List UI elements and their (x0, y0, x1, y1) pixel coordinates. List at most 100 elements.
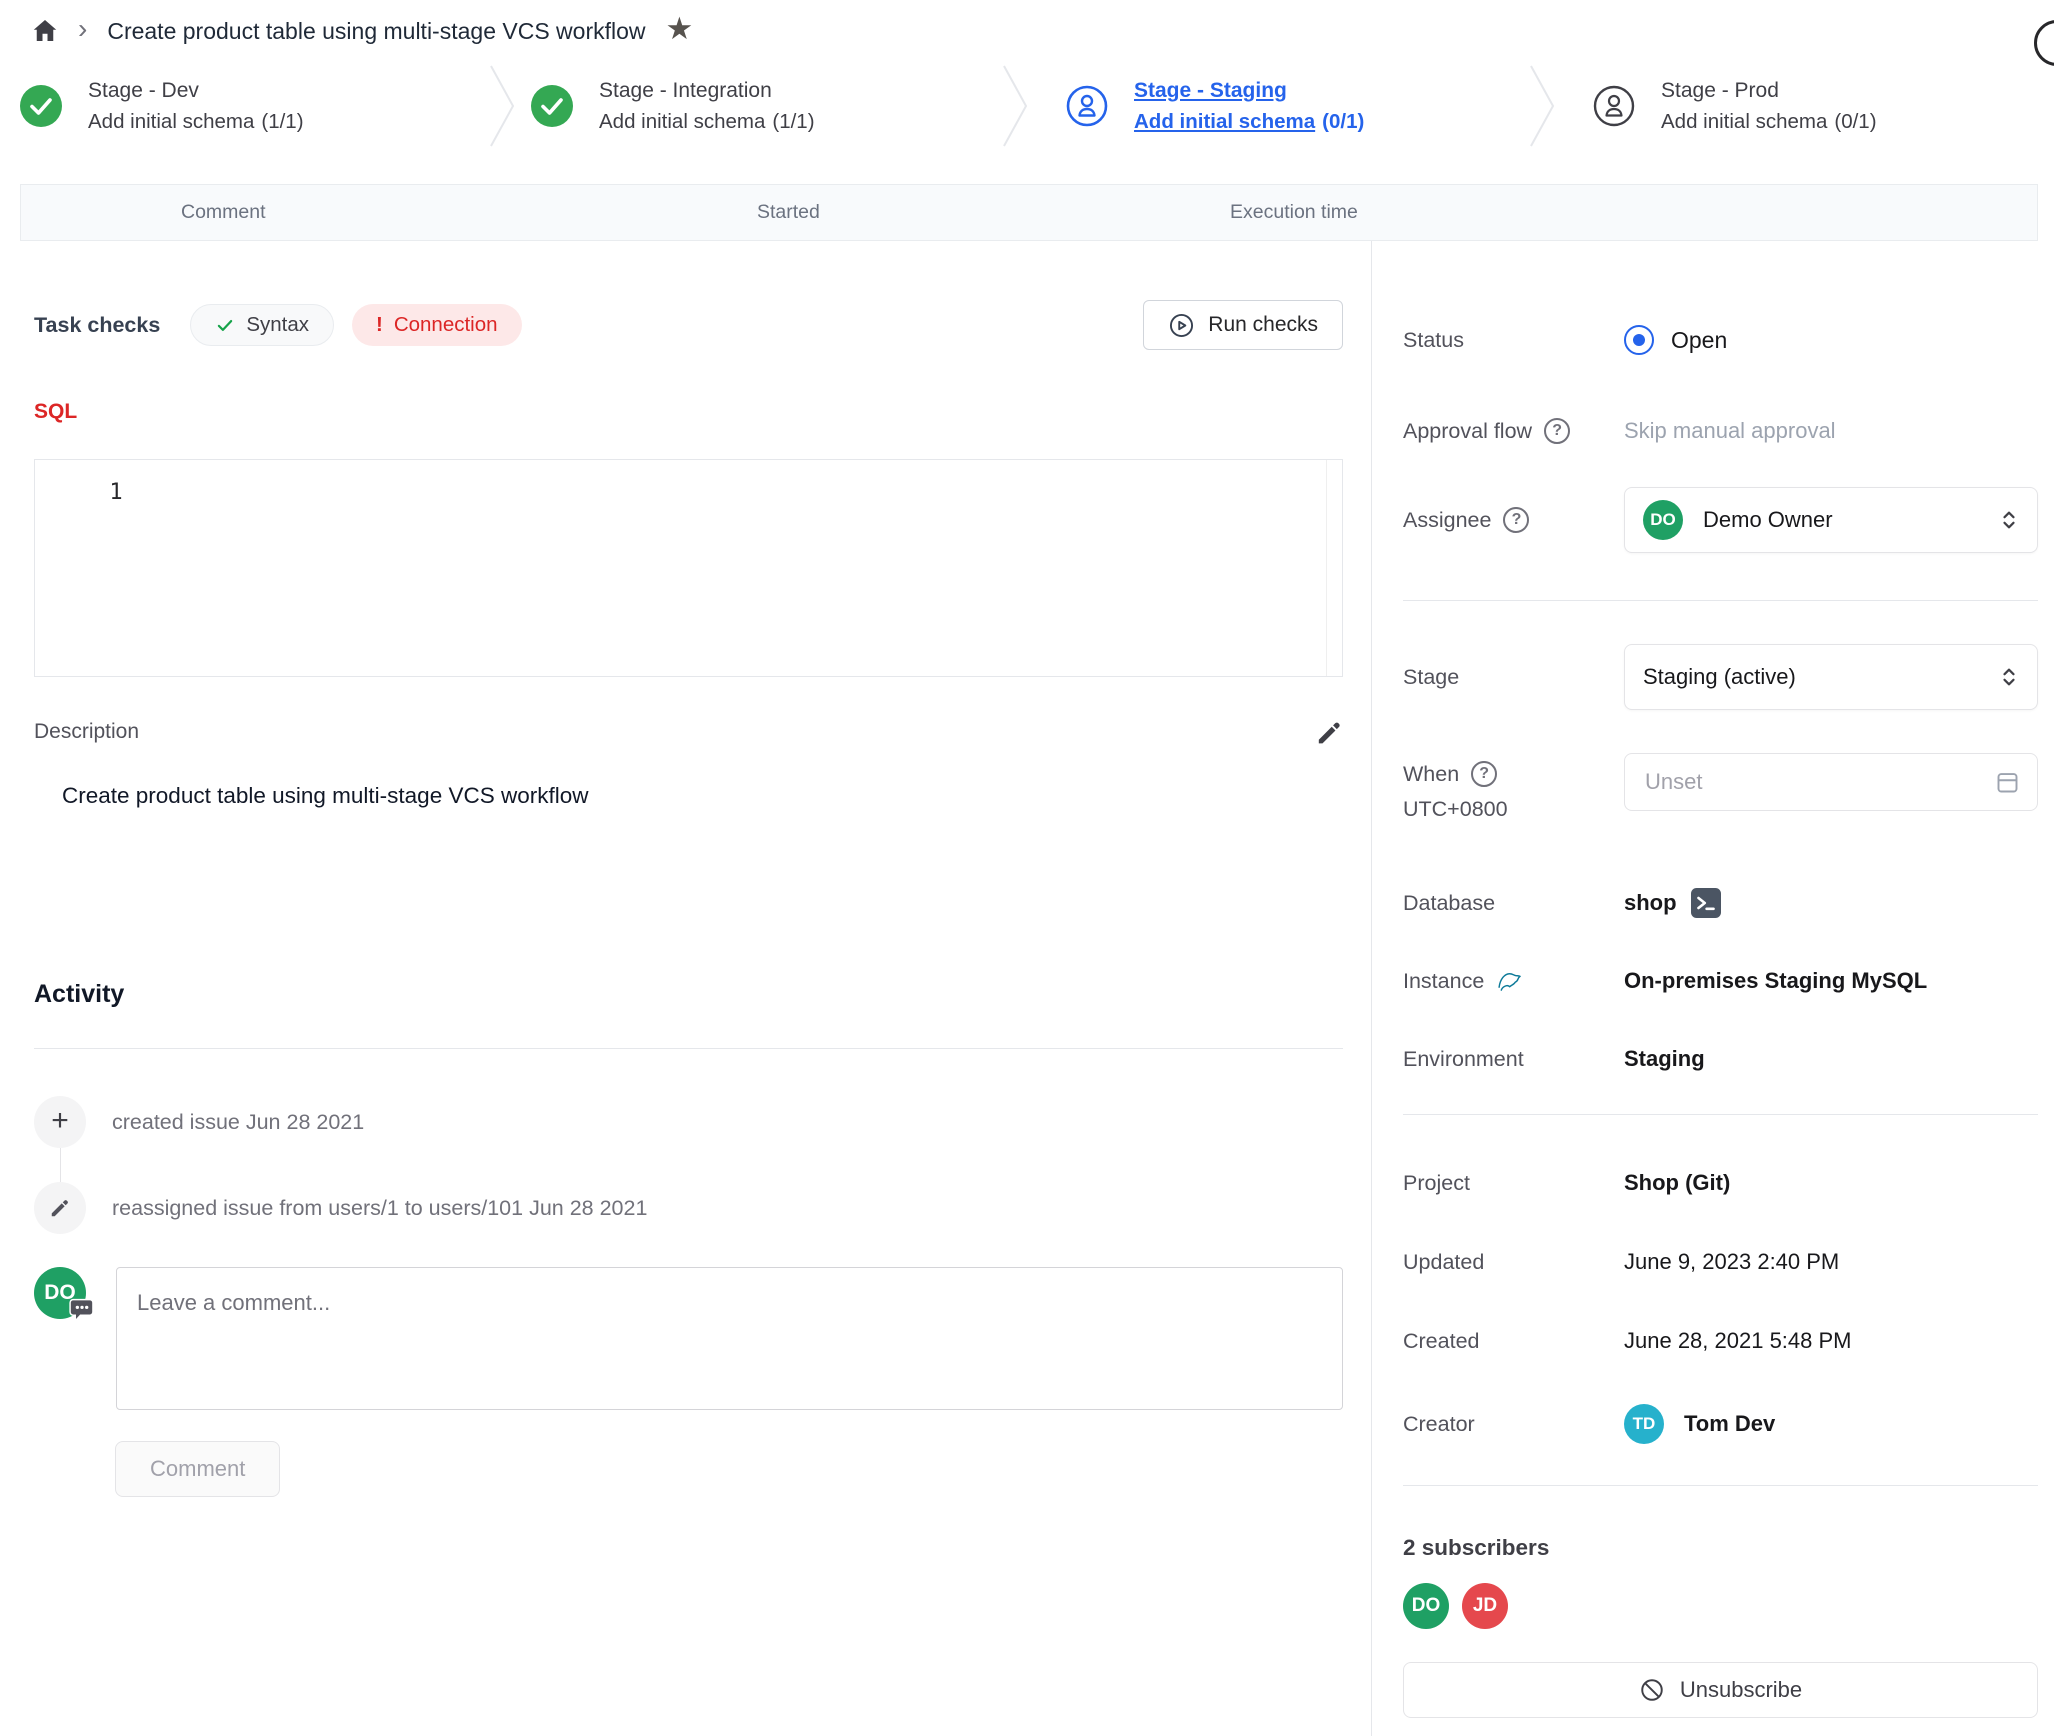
sql-section-label: SQL (34, 400, 1343, 426)
check-connection-badge[interactable]: ! Connection (352, 304, 522, 346)
assignee-select[interactable]: DO Demo Owner (1624, 487, 2038, 553)
instance-value[interactable]: On-premises Staging MySQL (1624, 968, 1927, 994)
subscribers-heading: 2 subscribers (1403, 1535, 2038, 1561)
help-icon[interactable] (2034, 20, 2054, 66)
stage-value: Staging (active) (1643, 664, 1796, 690)
database-label: Database (1403, 891, 1624, 916)
when-row: When ? UTC+0800 Unset (1403, 753, 2038, 822)
unsubscribe-button[interactable]: Unsubscribe (1403, 1662, 2038, 1718)
divider (1403, 1114, 2038, 1115)
edit-pencil-icon[interactable] (1316, 719, 1343, 746)
environment-row: Environment Staging (1403, 1039, 2038, 1079)
activity-event: reassigned issue from users/1 to users/1… (34, 1182, 1343, 1234)
check-label: Syntax (246, 313, 309, 337)
creator-value: Tom Dev (1684, 1411, 1775, 1437)
home-icon[interactable] (30, 16, 60, 46)
stage-prod[interactable]: Stage - Prod Add initial schema(0/1) (1562, 79, 2054, 134)
editor-scrollbar[interactable] (1326, 460, 1327, 676)
database-row: Database shop (1403, 883, 2038, 923)
status-value: Open (1671, 327, 1727, 354)
stage-staging[interactable]: Stage - Staging Add initial schema (0/1) (1035, 79, 1522, 134)
updated-label: Updated (1403, 1250, 1624, 1275)
comment-input[interactable] (116, 1267, 1343, 1410)
activity-timeline: + created issue Jun 28 2021 reassigned i… (34, 1096, 1343, 1234)
created-label: Created (1403, 1329, 1624, 1354)
avatar: DO (34, 1267, 86, 1319)
project-value[interactable]: Shop (Git) (1624, 1170, 1730, 1196)
play-circle-icon (1168, 312, 1195, 339)
plus-icon: + (34, 1096, 86, 1148)
help-circle-icon[interactable]: ? (1503, 507, 1529, 533)
stage-dev[interactable]: Stage - Dev Add initial schema(1/1) (0, 79, 482, 134)
activity-heading: Activity (34, 980, 1343, 1012)
project-label: Project (1403, 1171, 1624, 1196)
chat-bubble-icon (68, 1298, 95, 1323)
when-timezone: UTC+0800 (1403, 797, 1508, 822)
stage-task[interactable]: Add initial schema (88, 110, 254, 133)
stage-task[interactable]: Add initial schema (1661, 110, 1827, 133)
run-checks-button[interactable]: Run checks (1143, 300, 1343, 350)
run-checks-label: Run checks (1208, 313, 1318, 337)
instance-row: Instance On-premises Staging MySQL (1403, 961, 2038, 1001)
instance-label: Instance (1403, 969, 1484, 994)
stage-label: Stage (1403, 665, 1624, 690)
check-syntax-badge[interactable]: Syntax (190, 304, 334, 346)
stage-integration[interactable]: Stage - Integration Add initial schema(1… (522, 79, 995, 134)
stage-task-count: (1/1) (261, 110, 303, 133)
breadcrumb: › Create product table using multi-stage… (0, 0, 2054, 62)
mysql-dolphin-icon (1496, 968, 1523, 995)
editor-line-number: 1 (93, 480, 139, 505)
approval-flow-row: Approval flow ? Skip manual approval (1403, 411, 2038, 451)
issue-main-panel: Task checks Syntax ! Connection Run chec… (0, 241, 1372, 1736)
chevron-updown-icon (1997, 665, 2021, 689)
task-table-header: Comment Started Execution time (20, 184, 2038, 241)
column-header-execution-time: Execution time (1230, 185, 1358, 240)
check-circle-icon (20, 85, 62, 127)
error-icon: ! (376, 313, 383, 337)
assignee-label: Assignee (1403, 508, 1491, 533)
help-circle-icon[interactable]: ? (1544, 418, 1570, 444)
activity-event-text: created issue Jun 28 2021 (112, 1110, 364, 1135)
status-label: Status (1403, 328, 1624, 353)
divider (1403, 600, 2038, 601)
stage-row: Stage Staging (active) (1403, 644, 2038, 710)
check-label: Connection (394, 313, 498, 337)
stage-title-link[interactable]: Stage - Staging (1134, 79, 1364, 103)
created-value: June 28, 2021 5:48 PM (1624, 1328, 1852, 1354)
stage-select[interactable]: Staging (active) (1624, 644, 2038, 710)
stage-task[interactable]: Add initial schema (599, 110, 765, 133)
check-icon (215, 315, 235, 335)
status-radio[interactable] (1624, 325, 1654, 355)
stage-separator-icon (995, 64, 1035, 148)
comment-composer: DO (34, 1267, 1343, 1410)
avatar[interactable]: DO (1403, 1583, 1449, 1629)
comment-button[interactable]: Comment (115, 1441, 280, 1497)
activity-event: + created issue Jun 28 2021 (34, 1096, 1343, 1148)
sql-console-icon[interactable] (1691, 888, 1721, 918)
timeline-connector (60, 1148, 61, 1182)
when-date-input[interactable]: Unset (1624, 753, 2038, 811)
approval-flow-value: Skip manual approval (1624, 418, 1836, 444)
chevron-updown-icon (1997, 508, 2021, 532)
stage-task-link[interactable]: Add initial schema (1134, 110, 1315, 133)
issue-sidebar: Status Open Approval flow ? Skip manual … (1372, 241, 2054, 1736)
creator-label: Creator (1403, 1412, 1624, 1437)
assignee-row: Assignee ? DO Demo Owner (1403, 487, 2038, 553)
sql-editor[interactable]: 1 (34, 459, 1343, 677)
description-text: Create product table using multi-stage V… (34, 783, 1343, 813)
slash-circle-icon (1639, 1677, 1665, 1703)
stage-task-count: (0/1) (1322, 110, 1364, 133)
when-placeholder: Unset (1645, 769, 1702, 795)
help-circle-icon[interactable]: ? (1471, 761, 1497, 787)
chevron-right-icon: › (78, 13, 87, 45)
star-icon[interactable]: ★ (666, 11, 694, 47)
database-value[interactable]: shop (1624, 890, 1677, 916)
task-checks-label: Task checks (34, 313, 160, 338)
calendar-icon[interactable] (1994, 769, 2021, 796)
avatar[interactable]: JD (1462, 1583, 1508, 1629)
stage-separator-icon (1522, 64, 1562, 148)
when-label: When (1403, 762, 1459, 787)
avatar: TD (1624, 1404, 1664, 1444)
status-row: Status Open (1403, 320, 2038, 360)
created-row: Created June 28, 2021 5:48 PM (1403, 1321, 2038, 1361)
